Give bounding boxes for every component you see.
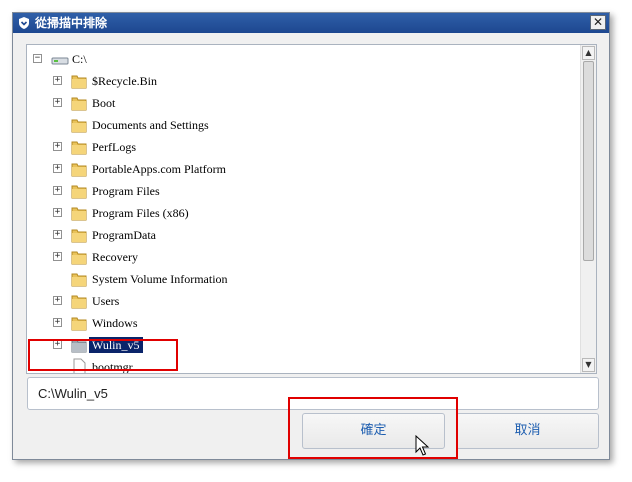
tree-item-label: PerfLogs	[92, 140, 136, 154]
folder-icon	[71, 270, 87, 288]
tree-item[interactable]: System Volume Information	[27, 269, 567, 291]
tree-root-label: C:\	[72, 52, 87, 66]
tree-item[interactable]: + ProgramData	[27, 225, 567, 247]
folder-icon	[71, 248, 87, 266]
window-title: 從掃描中排除	[35, 16, 108, 30]
tree-item[interactable]: + Recovery	[27, 247, 567, 269]
selection-highlight-annotation	[28, 339, 178, 371]
collapse-icon[interactable]: −	[33, 54, 42, 63]
tree-item-label: $Recycle.Bin	[92, 74, 157, 88]
tree-item-label: System Volume Information	[92, 272, 228, 286]
expand-icon[interactable]: +	[53, 318, 62, 327]
tree-item-label: Windows	[92, 316, 138, 330]
tree-item[interactable]: Documents and Settings	[27, 115, 567, 137]
expand-icon[interactable]: +	[53, 296, 62, 305]
folder-tree[interactable]: − C:\ + $Recycle.Bin + Boot Documents and Se…	[26, 44, 597, 374]
tree-root-row[interactable]: − C:\	[27, 49, 567, 71]
tree-item-label: Users	[92, 294, 120, 308]
expand-icon[interactable]: +	[53, 208, 62, 217]
tree-item[interactable]: + PortableApps.com Platform	[27, 159, 567, 181]
shield-icon	[19, 17, 29, 29]
scroll-down-icon[interactable]: ▼	[582, 358, 595, 372]
tree-item-label: Program Files	[92, 184, 160, 198]
ok-highlight-annotation	[288, 397, 458, 459]
drive-icon	[51, 57, 69, 65]
tree-item[interactable]: + PerfLogs	[27, 137, 567, 159]
scrollbar-thumb[interactable]	[583, 61, 594, 261]
expand-icon[interactable]: +	[53, 76, 62, 85]
expand-icon[interactable]: +	[53, 230, 62, 239]
folder-icon	[71, 204, 87, 222]
folder-icon	[71, 292, 87, 310]
expand-icon[interactable]: +	[53, 142, 62, 151]
tree-item-label: Recovery	[92, 250, 138, 264]
tree-item-label: Boot	[92, 96, 116, 110]
tree-item[interactable]: + Program Files	[27, 181, 567, 203]
folder-icon	[71, 160, 87, 178]
expand-icon[interactable]: +	[53, 164, 62, 173]
folder-icon	[71, 138, 87, 156]
tree-item-label: ProgramData	[92, 228, 156, 242]
tree-item[interactable]: + $Recycle.Bin	[27, 71, 567, 93]
expand-icon[interactable]: +	[53, 98, 62, 107]
tree-item[interactable]: + Windows	[27, 313, 567, 335]
expand-icon[interactable]: +	[53, 252, 62, 261]
scroll-up-icon[interactable]: ▲	[582, 46, 595, 60]
folder-icon	[71, 72, 87, 90]
title-bar: 從掃描中排除 ✕	[13, 13, 609, 33]
folder-icon	[71, 182, 87, 200]
mouse-cursor-icon	[415, 435, 430, 456]
expand-icon[interactable]: +	[53, 186, 62, 195]
exclude-from-scan-dialog: 從掃描中排除 ✕ − C:\ + $Recycle.Bin + Boot Documen…	[12, 12, 610, 460]
tree-item-label: Documents and Settings	[92, 118, 209, 132]
folder-icon	[71, 116, 87, 134]
tree-item[interactable]: + Boot	[27, 93, 567, 115]
tree-item[interactable]: + Users	[27, 291, 567, 313]
tree-item[interactable]: + Program Files (x86)	[27, 203, 567, 225]
folder-icon	[71, 314, 87, 332]
cancel-button[interactable]: 取消	[456, 413, 599, 449]
folder-icon	[71, 94, 87, 112]
tree-item-label: Program Files (x86)	[92, 206, 189, 220]
vertical-scrollbar[interactable]: ▲ ▼	[580, 45, 596, 373]
tree-item-label: PortableApps.com Platform	[92, 162, 226, 176]
close-button[interactable]: ✕	[590, 15, 606, 30]
folder-icon	[71, 226, 87, 244]
